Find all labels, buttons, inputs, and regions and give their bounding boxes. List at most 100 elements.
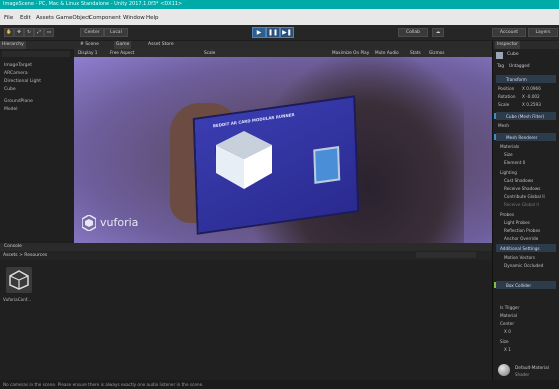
display-dropdown[interactable]: Display 1 xyxy=(78,50,97,55)
hierarchy-item[interactable]: Cube xyxy=(4,87,16,92)
asset-label[interactable]: VuforiaConf... xyxy=(3,297,31,302)
rotation-x-field[interactable]: X -0.002 xyxy=(522,94,540,99)
pivot-toggle[interactable]: Center xyxy=(80,28,104,37)
size-x-row: X 1 xyxy=(496,345,556,353)
object-cube-icon xyxy=(496,52,503,59)
mesh-renderer-header[interactable]: Mesh Renderer xyxy=(494,133,556,141)
rendered-cube xyxy=(216,131,272,189)
game-view-bar: Display 1 Free Aspect Scale Maximize On … xyxy=(74,49,492,57)
hierarchy-item[interactable]: ImageTarget xyxy=(4,63,32,68)
tab-console[interactable]: Console xyxy=(2,243,24,251)
menu-help[interactable]: Help xyxy=(146,15,159,21)
card-hologram xyxy=(313,146,341,184)
inspector-tabbar: Inspector xyxy=(493,41,559,49)
hierarchy-item[interactable]: GroundPlane xyxy=(4,99,33,104)
material-preview-sphere xyxy=(498,364,510,376)
default-material-label[interactable]: Default-Material xyxy=(515,365,549,370)
tab-scene[interactable]: # Scene xyxy=(78,41,101,49)
project-breadcrumb-bar: Assets > Resources xyxy=(0,251,492,260)
contribute-gi-label: Contribute Global Il xyxy=(504,194,545,199)
move-tool-button[interactable]: ✥ xyxy=(14,28,24,37)
additional-settings-header[interactable]: Additional Settings xyxy=(496,244,556,252)
menu-file[interactable]: File xyxy=(4,15,13,21)
reflection-probes-row: Reflection Probes xyxy=(496,226,556,234)
tab-hierarchy[interactable]: Hierarchy xyxy=(0,41,26,49)
hierarchy-search[interactable] xyxy=(2,51,70,57)
hierarchy-item[interactable]: Directional Light xyxy=(4,79,41,84)
local-toggle[interactable]: Local xyxy=(104,28,128,37)
stats-toggle[interactable]: Stats xyxy=(410,50,421,55)
rotate-tool-button[interactable]: ↻ xyxy=(24,28,34,37)
probes-row[interactable]: Probes xyxy=(496,210,556,218)
object-name-field[interactable]: Cube xyxy=(507,52,519,57)
tab-inspector[interactable]: Inspector xyxy=(495,41,520,49)
project-panel: Console Assets > Resources VuforiaConf..… xyxy=(0,243,492,380)
status-message[interactable]: No cameras in the scene. Please ensure t… xyxy=(3,382,203,387)
tab-asset-store[interactable]: Asset Store xyxy=(146,41,176,49)
breadcrumb[interactable]: Assets > Resources xyxy=(3,253,47,258)
shader-label: Shader xyxy=(515,372,530,377)
rotation-row: Rotation X -0.002 xyxy=(496,92,556,100)
rect-tool-button[interactable]: ▭ xyxy=(44,28,54,37)
dynamic-occluded-label: Dynamic Occluded xyxy=(504,263,544,268)
position-row: Position X 0.0966 xyxy=(496,84,556,92)
tag-dropdown[interactable]: Untagged xyxy=(509,63,529,68)
unity-asset-icon[interactable] xyxy=(6,267,32,293)
project-search-input[interactable] xyxy=(416,252,476,258)
menu-assets[interactable]: Assets xyxy=(36,15,54,21)
step-button[interactable]: ▶❚ xyxy=(280,27,294,38)
account-dropdown[interactable]: Account xyxy=(492,28,526,37)
materials-label: Materials xyxy=(500,144,520,149)
layers-dropdown[interactable]: Layers xyxy=(528,28,558,37)
materials-row[interactable]: Materials xyxy=(496,142,556,150)
position-x-field[interactable]: X 0.0966 xyxy=(522,86,541,91)
cast-shadows-row: Cast Shadows xyxy=(496,176,556,184)
mute-audio-toggle[interactable]: Mute Audio xyxy=(375,50,399,55)
lighting-label: Lighting xyxy=(500,170,517,175)
receive-shadows-row: Receive Shadows xyxy=(496,184,556,192)
is-trigger-label: Is Trigger xyxy=(500,305,520,310)
size-x-field[interactable]: X 1 xyxy=(504,347,511,352)
status-bar: No cameras in the scene. Please ensure t… xyxy=(0,380,559,389)
center-x-row: X 0 xyxy=(496,327,556,335)
motion-vectors-row: Motion Vectors xyxy=(496,253,556,261)
motion-vectors-label: Motion Vectors xyxy=(504,255,536,260)
transform-header[interactable]: Transform xyxy=(496,75,556,83)
gizmos-dropdown[interactable]: Gizmos xyxy=(429,50,444,55)
inspector-panel: Inspector Cube Tag Untagged Transform Po… xyxy=(492,41,559,380)
mesh-filter-header[interactable]: Cube (Mesh Filter) xyxy=(494,112,556,120)
menu-component[interactable]: Component xyxy=(89,15,121,21)
collider-size-label: Size xyxy=(500,339,509,344)
anchor-override-row: Anchor Override xyxy=(496,234,556,242)
hierarchy-item[interactable]: ARCamera xyxy=(4,71,28,76)
size-field-row: Size xyxy=(496,337,556,345)
menu-window[interactable]: Window xyxy=(123,15,145,21)
tab-game[interactable]: Game xyxy=(114,41,132,49)
light-probes-row: Light Probes xyxy=(496,218,556,226)
aspect-dropdown[interactable]: Free Aspect xyxy=(110,50,134,55)
collab-button[interactable]: Collab xyxy=(398,28,428,37)
hand-tool-button[interactable]: ✋ xyxy=(4,28,14,37)
box-collider-header[interactable]: Box Collider xyxy=(494,281,556,289)
game-viewport[interactable]: BEDDIT AR CARD MODULAR RUNNER vuforia xyxy=(74,57,492,243)
mesh-row: Mesh xyxy=(496,121,556,129)
menu-bar: File Edit Assets GameObject Component Wi… xyxy=(0,9,559,25)
vuforia-watermark: vuforia xyxy=(82,213,162,233)
center-x-field[interactable]: X 0 xyxy=(504,329,511,334)
menu-gameobject[interactable]: GameObject xyxy=(56,15,90,21)
pause-button[interactable]: ❚❚ xyxy=(266,27,280,38)
scale-slider-label[interactable]: Scale xyxy=(204,50,215,55)
scale-x-field[interactable]: X 0.2593 xyxy=(522,102,541,107)
menu-edit[interactable]: Edit xyxy=(20,15,31,21)
receive-gi-row: Receive Global Il xyxy=(496,200,556,208)
play-button[interactable]: ▶ xyxy=(252,27,266,38)
cast-shadows-label: Cast Shadows xyxy=(504,178,534,183)
dynamic-occluded-row: Dynamic Occluded xyxy=(496,261,556,269)
lighting-row[interactable]: Lighting xyxy=(496,168,556,176)
scene-tabbar: # Scene Game Asset Store xyxy=(74,41,492,49)
scale-tool-button[interactable]: ⤢ xyxy=(34,28,44,37)
material-row: Material xyxy=(496,311,556,319)
cloud-icon[interactable]: ☁ xyxy=(432,28,444,37)
maximize-on-play-toggle[interactable]: Maximize On Play xyxy=(332,50,369,55)
hierarchy-item[interactable]: Model xyxy=(4,107,18,112)
